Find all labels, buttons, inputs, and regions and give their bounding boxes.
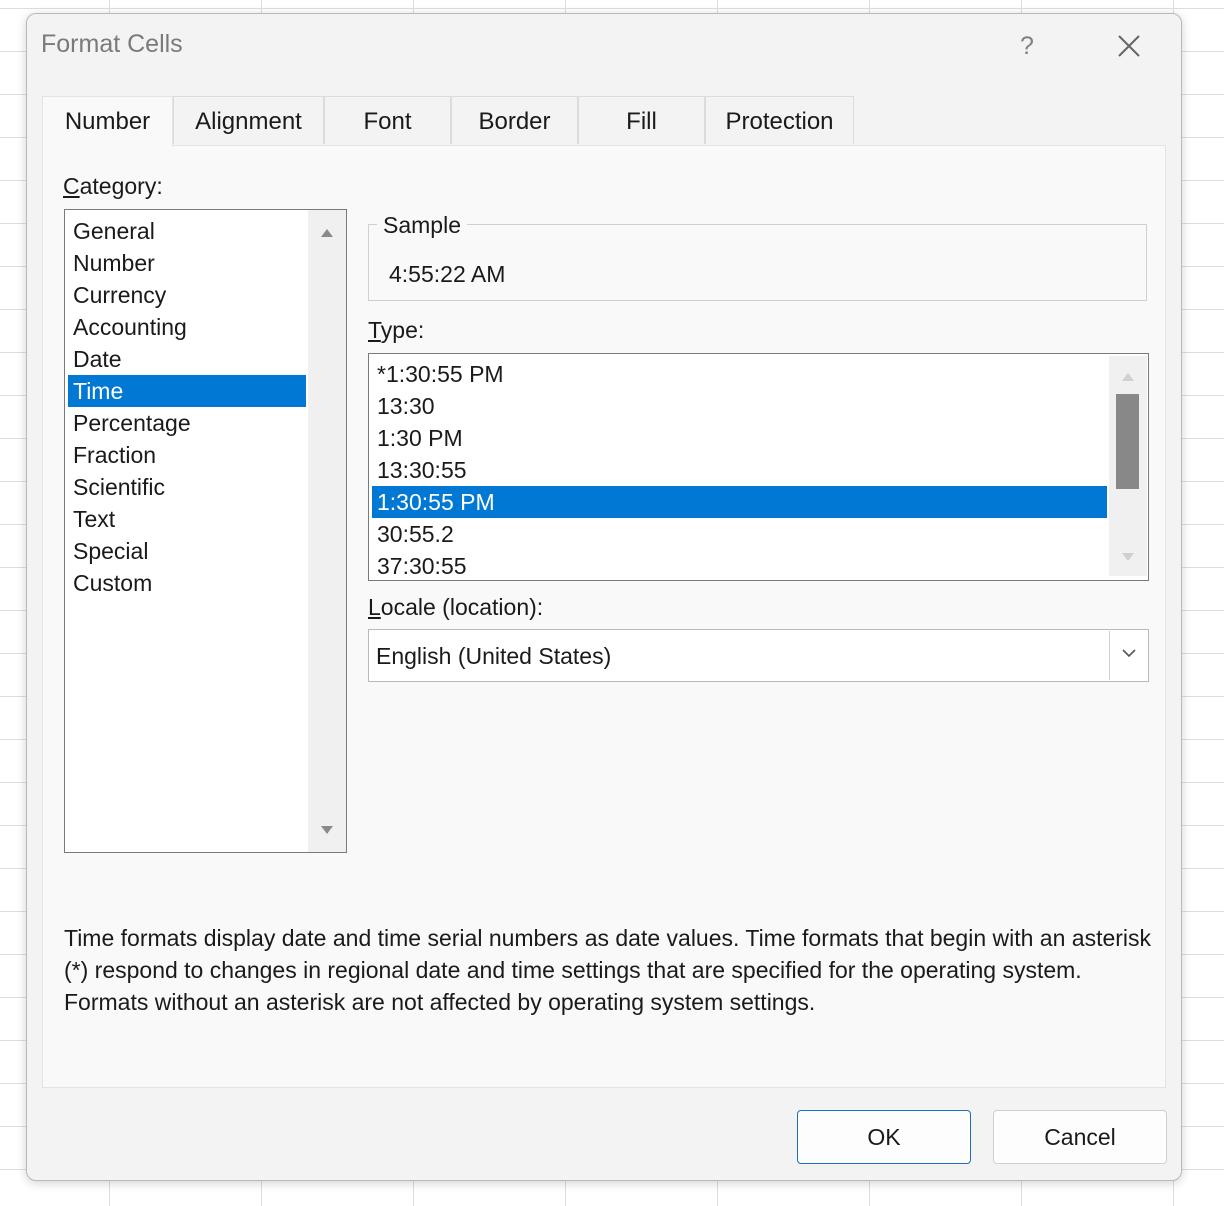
- close-button[interactable]: [1109, 28, 1149, 64]
- category-item-accounting[interactable]: Accounting: [68, 311, 306, 343]
- sample-label: Sample: [377, 212, 467, 239]
- tab-border[interactable]: Border: [451, 96, 578, 144]
- category-scrollbar[interactable]: [308, 210, 346, 852]
- format-cells-dialog: Format Cells ? Number Alignment Font Bor…: [26, 13, 1182, 1181]
- scroll-down-arrow-icon[interactable]: [1122, 553, 1134, 561]
- category-item-number[interactable]: Number: [68, 247, 306, 279]
- sample-group: 4:55:22 AM: [368, 224, 1147, 301]
- category-item-date[interactable]: Date: [68, 343, 306, 375]
- scroll-up-arrow-icon[interactable]: [321, 229, 333, 237]
- category-item-text[interactable]: Text: [68, 503, 306, 535]
- tab-protection[interactable]: Protection: [705, 96, 854, 144]
- format-description: Time formats display date and time seria…: [64, 925, 1152, 1015]
- scroll-down-arrow-icon[interactable]: [321, 826, 333, 834]
- type-item[interactable]: 37:30:55: [372, 550, 1107, 580]
- category-item-custom[interactable]: Custom: [68, 567, 306, 599]
- tab-fill[interactable]: Fill: [578, 96, 705, 144]
- category-label: Category:: [63, 173, 163, 199]
- cancel-button[interactable]: Cancel: [993, 1110, 1167, 1164]
- locale-dropdown-button[interactable]: [1109, 631, 1147, 680]
- dialog-title: Format Cells: [41, 30, 183, 58]
- locale-dropdown[interactable]: English (United States): [368, 629, 1149, 682]
- chevron-down-icon: [1121, 649, 1136, 658]
- type-scrollbar[interactable]: [1109, 356, 1147, 576]
- type-item[interactable]: 1:30 PM: [372, 422, 1107, 454]
- type-label: Type:: [368, 317, 425, 343]
- locale-label: Locale (location):: [368, 594, 544, 620]
- type-item[interactable]: *1:30:55 PM: [372, 358, 1107, 390]
- help-button[interactable]: ?: [1007, 28, 1047, 64]
- locale-value: English (United States): [376, 643, 612, 669]
- ok-button[interactable]: OK: [797, 1110, 971, 1164]
- type-item[interactable]: 13:30:55: [372, 454, 1107, 486]
- tab-alignment[interactable]: Alignment: [173, 96, 324, 144]
- tab-number[interactable]: Number: [42, 96, 173, 146]
- tab-font[interactable]: Font: [324, 96, 451, 144]
- number-tab-panel: Category: General Number Currency Accoun…: [42, 145, 1166, 1088]
- type-item-selected[interactable]: 1:30:55 PM: [372, 486, 1107, 518]
- category-item-scientific[interactable]: Scientific: [68, 471, 306, 503]
- type-scrollbar-thumb[interactable]: [1116, 394, 1139, 489]
- type-list[interactable]: *1:30:55 PM 13:30 1:30 PM 13:30:55 1:30:…: [368, 353, 1149, 581]
- close-icon: [1118, 35, 1140, 57]
- category-item-fraction[interactable]: Fraction: [68, 439, 306, 471]
- category-list[interactable]: General Number Currency Accounting Date …: [64, 209, 347, 853]
- category-item-time[interactable]: Time: [68, 375, 306, 407]
- scroll-up-arrow-icon[interactable]: [1122, 373, 1134, 381]
- category-item-special[interactable]: Special: [68, 535, 306, 567]
- type-item[interactable]: 30:55.2: [372, 518, 1107, 550]
- sample-value: 4:55:22 AM: [389, 261, 506, 287]
- category-item-percentage[interactable]: Percentage: [68, 407, 306, 439]
- category-item-currency[interactable]: Currency: [68, 279, 306, 311]
- type-item[interactable]: 13:30: [372, 390, 1107, 422]
- category-item-general[interactable]: General: [68, 215, 306, 247]
